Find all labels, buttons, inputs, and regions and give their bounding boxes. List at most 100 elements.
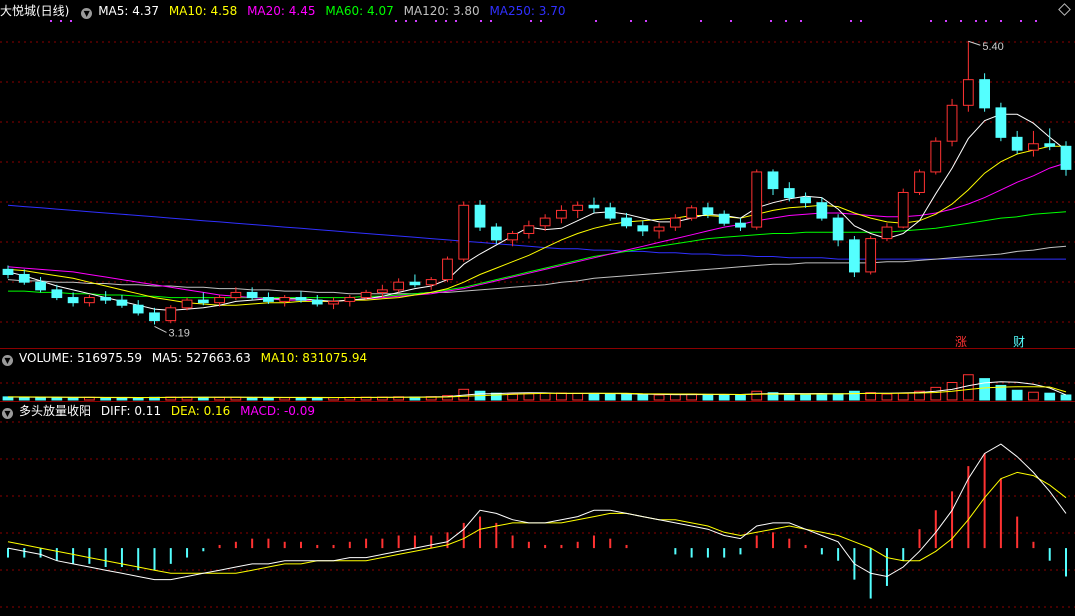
event-marker (395, 20, 397, 22)
volume-bar (816, 394, 828, 401)
volume-bar (572, 392, 584, 401)
ma5-legend: MA5: 4.37 (98, 4, 159, 18)
volume-bar (67, 397, 79, 401)
panel-separator (0, 401, 1075, 402)
candle-up (507, 232, 518, 241)
candle-up (881, 226, 893, 240)
event-marker (70, 20, 72, 22)
candle-down (295, 297, 307, 301)
volume-ma5-legend: MA5: 527663.63 (151, 351, 251, 365)
candle-up (425, 279, 437, 286)
chart-canvas: 5.40 3.19 涨 财 (0, 20, 1075, 608)
candle-down (197, 299, 209, 304)
candle-down (735, 222, 746, 228)
candle-down (1011, 136, 1023, 151)
candle-down (783, 188, 795, 199)
price-panel-header: 大悦城(日线) ▼ MA5: 4.37 MA10: 4.58 MA20: 4.45… (0, 3, 571, 19)
candle-up (865, 238, 877, 273)
candle-up (181, 299, 193, 309)
event-marker (930, 20, 932, 22)
candle-down (816, 202, 828, 219)
ma20-legend: MA20: 4.45 (247, 4, 316, 18)
candle-up (946, 104, 958, 142)
event-marker (700, 20, 702, 22)
volume-bar (279, 397, 291, 401)
macd-legend: MACD: -0.09 (240, 404, 316, 418)
event-marker (1020, 20, 1022, 22)
volume-bar (962, 374, 974, 401)
diff-legend: DIFF: 0.11 (100, 404, 162, 418)
candle-up (897, 191, 909, 228)
candle-down (849, 239, 860, 273)
candle-down (18, 273, 30, 283)
candle-down (702, 207, 714, 215)
options-menu-icon[interactable]: ▼ (81, 8, 93, 19)
volume-bar (1044, 392, 1056, 401)
event-marker (490, 20, 492, 22)
candle-down (474, 204, 486, 228)
candle-down (604, 207, 616, 219)
event-marker (455, 20, 457, 22)
candle-up (653, 226, 665, 232)
event-marker (540, 20, 542, 22)
candle-up (686, 207, 698, 219)
event-marker (530, 20, 532, 22)
event-marker (645, 20, 647, 22)
candle-down (800, 197, 811, 204)
volume-bar (637, 394, 649, 401)
volume-bar (295, 397, 307, 401)
event-marker (50, 20, 52, 22)
event-marker (960, 20, 962, 22)
event-marker (1000, 20, 1002, 22)
indicator-name: 多头放量收阳 (19, 404, 92, 418)
event-marker (785, 20, 787, 22)
options-menu-icon[interactable]: ▼ (2, 355, 13, 366)
ma20-line (7, 162, 1067, 302)
event-marker (800, 20, 802, 22)
low-label: 3.19 (168, 327, 189, 339)
volume-bar (832, 393, 844, 401)
candle-up (230, 291, 242, 299)
candle-up (572, 204, 584, 211)
event-marker (975, 20, 977, 22)
volume-bar (669, 394, 681, 401)
volume-bar (800, 394, 811, 401)
candle-down (832, 217, 844, 241)
candle-down (51, 289, 63, 299)
candle-down (246, 291, 258, 299)
event-marker (1035, 20, 1037, 22)
volume-bar (783, 393, 795, 401)
candle-down (132, 304, 144, 314)
event-marker (730, 20, 732, 22)
volume-panel-header: ▼ VOLUME: 516975.59 MA5: 527663.63 MA10: … (0, 350, 373, 366)
volume-bar (214, 396, 225, 401)
candle-up (458, 204, 470, 260)
volume-bar (263, 397, 274, 401)
candle-up (84, 297, 95, 304)
volume-bar (621, 394, 632, 401)
candle-up (751, 171, 763, 228)
event-marker (415, 20, 417, 22)
volume-bar (556, 392, 567, 401)
stock-title[interactable]: 大悦城(日线) (0, 4, 69, 18)
candle-down (1060, 145, 1072, 170)
volume-bar (653, 394, 665, 401)
volume-bar (1011, 389, 1023, 401)
volume-bar (735, 394, 746, 401)
candle-up (393, 281, 405, 291)
event-marker (770, 20, 772, 22)
event-marker (860, 20, 862, 22)
candle-up (523, 225, 535, 234)
volume-bar (51, 396, 63, 401)
volume-bar (490, 392, 502, 401)
candle-down (979, 79, 990, 109)
event-marker (435, 20, 437, 22)
options-menu-icon[interactable]: ▼ (2, 408, 13, 419)
candle-up (279, 297, 291, 302)
zhang-badge: 涨 (955, 334, 967, 349)
volume-bar (897, 392, 909, 401)
volume-ma10-legend: MA10: 831075.94 (260, 351, 368, 365)
event-marker (60, 20, 62, 22)
event-marker (405, 20, 407, 22)
diff-line (7, 443, 1067, 581)
